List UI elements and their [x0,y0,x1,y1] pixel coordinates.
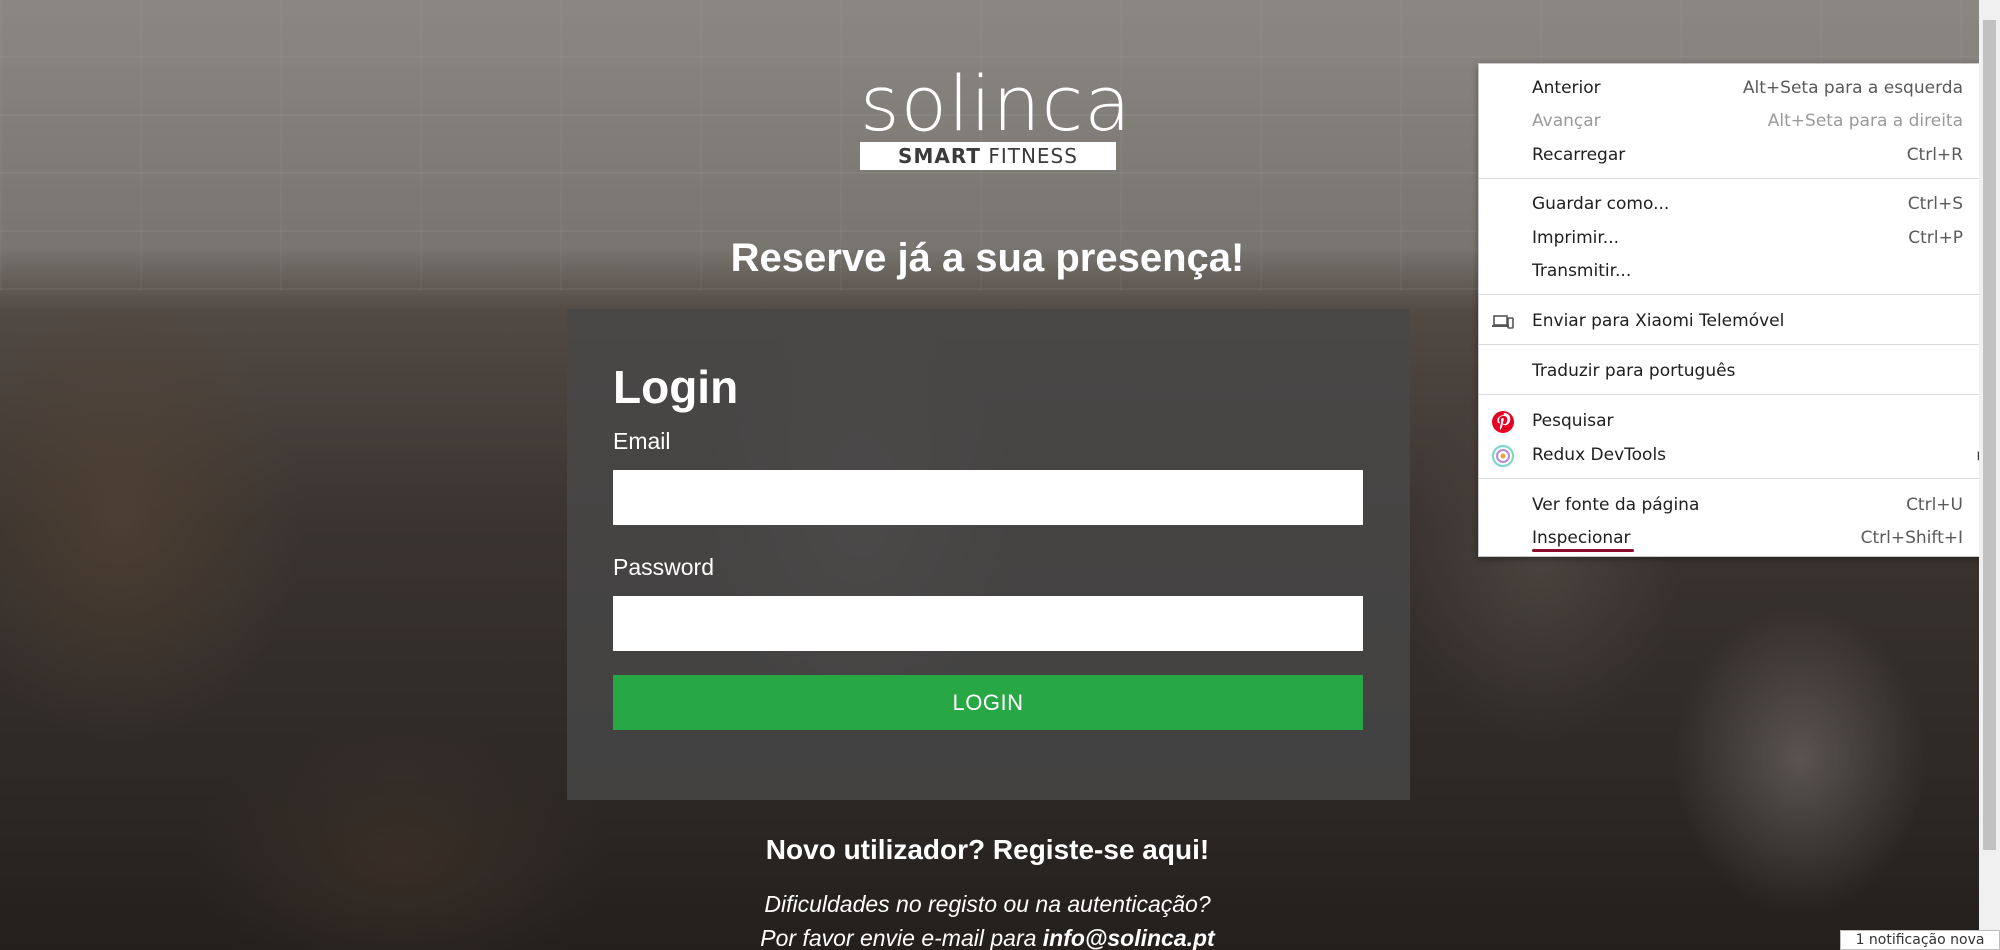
redux-icon [1491,444,1515,468]
menu-item-anterior[interactable]: Anterior Alt+Seta para a esquerda [1479,72,1999,105]
annotation-underline [1532,549,1634,552]
context-menu: Anterior Alt+Seta para a esquerda Avança… [1478,63,2000,557]
menu-item-guardar-como[interactable]: Guardar como... Ctrl+S [1479,188,1999,221]
menu-item-label: Avançar [1532,111,1601,131]
support-email-link[interactable]: info@solinca.pt [1043,925,1215,950]
menu-item-shortcut: Ctrl+Shift+I [1860,528,1963,548]
menu-item-imprimir[interactable]: Imprimir... Ctrl+P [1479,222,1999,255]
page-tagline: Reserve já a sua presença! [730,236,1245,280]
help-text-line1: Dificuldades no registo ou na autenticaç… [764,891,1211,917]
menu-item-label: Anterior [1532,78,1601,98]
menu-item-shortcut: Ctrl+R [1906,145,1963,165]
menu-item-shortcut: Ctrl+P [1908,228,1963,248]
menu-item-label: Ver fonte da página [1532,495,1700,515]
login-title: Login [613,361,739,413]
menu-separator [1479,294,1999,295]
menu-item-traduzir[interactable]: Traduzir para português [1479,355,1999,388]
menu-item-shortcut: Alt+Seta para a direita [1767,111,1963,131]
menu-item-label: Traduzir para português [1532,361,1736,381]
login-panel: Login Email Password LOGIN [567,309,1410,800]
scrollbar-thumb[interactable] [1983,20,1996,850]
password-field[interactable] [613,596,1363,651]
menu-item-pesquisar[interactable]: Pesquisar [1479,405,1999,438]
menu-item-avancar[interactable]: Avançar Alt+Seta para a direita [1479,105,1999,138]
device-icon [1491,310,1515,334]
menu-item-recarregar[interactable]: Recarregar Ctrl+R [1479,139,1999,172]
logo-subtitle-bold: SMART [898,144,981,168]
vertical-scrollbar[interactable] [1979,0,2000,950]
menu-item-shortcut: Ctrl+S [1907,194,1963,214]
menu-item-label: Recarregar [1532,145,1626,165]
menu-item-shortcut: Ctrl+U [1906,495,1963,515]
help-text-line2: Por favor envie e-mail para info@solinca… [560,924,1415,950]
pinterest-icon [1491,410,1515,434]
menu-separator [1479,344,1999,345]
menu-item-label: Enviar para Xiaomi Telemóvel [1532,311,1785,331]
register-link[interactable]: Novo utilizador? Registe-se aqui! [560,833,1415,867]
menu-item-label: Imprimir... [1532,228,1620,248]
menu-item-label: Transmitir... [1532,261,1632,281]
logo-subtitle-rest: FITNESS [980,144,1078,168]
menu-separator [1479,178,1999,179]
menu-item-label: Pesquisar [1532,411,1614,431]
logo-wordmark: solinca [860,59,1132,148]
solinca-logo: solinca SMART FITNESS [860,64,1131,170]
help-text-prefix: Por favor envie e-mail para [760,925,1043,950]
menu-item-transmitir[interactable]: Transmitir... [1479,255,1999,288]
menu-item-enviar-telemovel[interactable]: Enviar para Xiaomi Telemóvel [1479,305,1999,338]
email-label: Email [613,428,671,454]
menu-item-redux-devtools[interactable]: Redux DevTools ▶ [1479,439,1999,472]
menu-item-inspecionar[interactable]: Inspecionar Ctrl+Shift+I [1479,522,1999,555]
menu-item-shortcut: Alt+Seta para a esquerda [1742,78,1963,98]
menu-item-label: Redux DevTools [1532,445,1667,465]
menu-item-ver-fonte[interactable]: Ver fonte da página Ctrl+U [1479,489,1999,522]
logo-subtitle: SMART FITNESS [860,142,1116,170]
password-label: Password [613,554,714,580]
menu-separator [1479,394,1999,395]
menu-item-label: Guardar como... [1532,194,1670,214]
menu-separator [1479,478,1999,479]
notification-badge[interactable]: 1 notificação nova [1840,930,2000,950]
email-field[interactable] [613,470,1363,525]
login-button[interactable]: LOGIN [613,675,1363,730]
